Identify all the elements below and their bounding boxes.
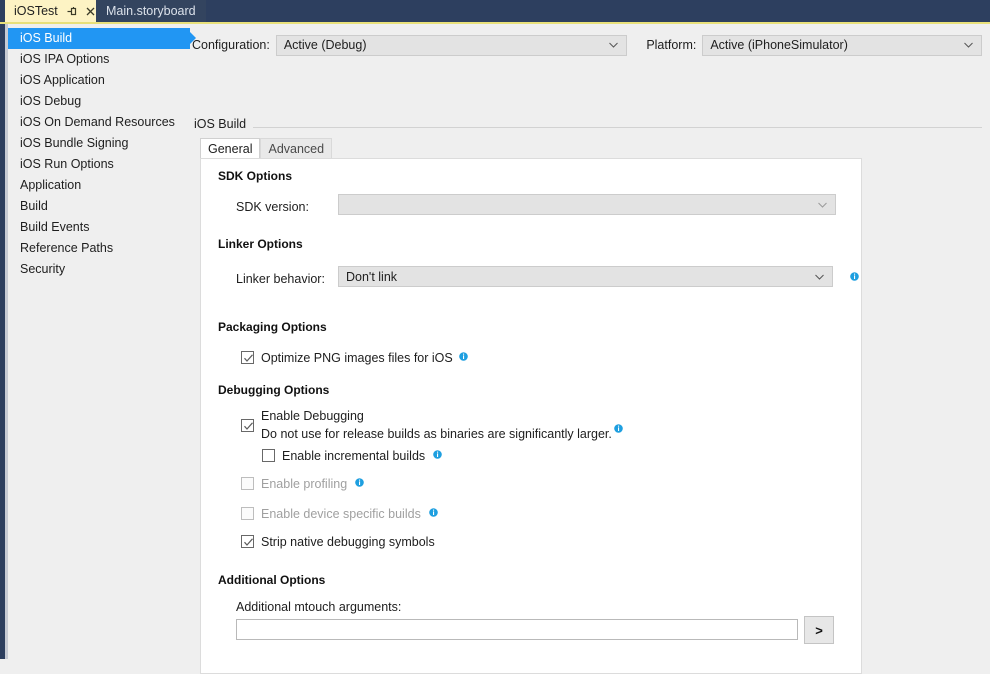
settings-tabs: General Advanced (200, 138, 332, 158)
sidebar-item-label: iOS Application (20, 73, 105, 87)
enable-debugging-label: Enable Debugging Do not use for release … (261, 409, 623, 442)
additional-mtouch-arguments-label: Additional mtouch arguments: (236, 600, 401, 614)
general-settings-panel: SDK Options SDK version: Linker Options … (200, 158, 862, 674)
strip-native-debugging-symbols-checkbox[interactable] (241, 535, 254, 548)
strip-native-debugging-symbols-row[interactable]: Strip native debugging symbols (241, 535, 435, 549)
additional-mtouch-arguments-input[interactable] (236, 619, 798, 640)
sidebar-item-label: iOS Build (20, 31, 72, 45)
properties-category-list: iOS Build iOS IPA Options iOS Applicatio… (8, 28, 190, 280)
sidebar-item-label: Security (20, 262, 65, 276)
linker-behavior-label: Linker behavior: (236, 272, 325, 286)
chevron-down-icon (964, 42, 973, 48)
info-icon[interactable] (355, 478, 364, 487)
linker-behavior-select[interactable]: Don't link (338, 266, 833, 287)
enable-profiling-label: Enable profiling (261, 477, 347, 491)
group-title: iOS Build (194, 117, 253, 131)
sidebar-item-ios-run-options[interactable]: iOS Run Options (8, 154, 190, 175)
tab-advanced[interactable]: Advanced (260, 138, 332, 158)
enable-incremental-builds-row[interactable]: Enable incremental builds (262, 449, 442, 463)
platform-label: Platform: (646, 38, 696, 52)
sidebar-item-label: Build Events (20, 220, 89, 234)
enable-device-specific-builds-label: Enable device specific builds (261, 507, 421, 521)
optimize-png-checkbox[interactable] (241, 351, 254, 364)
sidebar-item-application[interactable]: Application (8, 175, 190, 196)
enable-incremental-builds-checkbox[interactable] (262, 449, 275, 462)
configuration-label: Configuration: (192, 38, 270, 52)
pin-icon[interactable] (65, 5, 78, 18)
enable-incremental-builds-label: Enable incremental builds (282, 449, 425, 463)
sidebar-item-ios-ipa-options[interactable]: iOS IPA Options (8, 49, 190, 70)
optimize-png-label: Optimize PNG images files for iOS (261, 351, 453, 365)
enable-debugging-checkbox[interactable] (241, 419, 254, 432)
tab-general[interactable]: General (200, 138, 260, 158)
document-tab-label: Main.storyboard (106, 4, 196, 18)
chevron-down-icon (815, 274, 824, 280)
mtouch-arguments-expand-label: > (815, 623, 823, 638)
linker-behavior-value: Don't link (346, 270, 397, 284)
optimize-png-row[interactable]: Optimize PNG images files for iOS (241, 351, 468, 365)
sidebar-item-security[interactable]: Security (8, 259, 190, 280)
sidebar-item-label: iOS Run Options (20, 157, 114, 171)
tab-label: General (208, 142, 252, 156)
configuration-bar: Configuration: Active (Debug) Platform: … (192, 34, 982, 56)
group-divider (194, 127, 982, 128)
enable-device-specific-builds-row[interactable]: Enable device specific builds (241, 507, 438, 521)
tab-label: Advanced (268, 142, 324, 156)
platform-select[interactable]: Active (iPhoneSimulator) (702, 35, 982, 56)
properties-main-region: Configuration: Active (Debug) Platform: … (192, 28, 982, 659)
sidebar-item-label: iOS On Demand Resources (20, 115, 175, 129)
info-icon[interactable] (433, 450, 442, 459)
info-icon[interactable] (614, 424, 623, 433)
section-heading-linker-options: Linker Options (218, 237, 303, 251)
sidebar-item-label: iOS Bundle Signing (20, 136, 128, 150)
info-icon[interactable] (459, 352, 468, 361)
sidebar-item-ios-application[interactable]: iOS Application (8, 70, 190, 91)
document-tab-iostest[interactable]: iOSTest (5, 0, 102, 22)
sidebar-item-ios-build[interactable]: iOS Build (8, 28, 190, 49)
configuration-select[interactable]: Active (Debug) (276, 35, 627, 56)
platform-value: Active (iPhoneSimulator) (710, 38, 848, 52)
section-heading-sdk-options: SDK Options (218, 169, 292, 183)
enable-debugging-row[interactable]: Enable Debugging Do not use for release … (241, 409, 623, 442)
configuration-value: Active (Debug) (284, 38, 367, 52)
sidebar-item-reference-paths[interactable]: Reference Paths (8, 238, 190, 259)
enable-debugging-description: Do not use for release builds as binarie… (261, 424, 623, 442)
sidebar-item-build[interactable]: Build (8, 196, 190, 217)
section-heading-additional-options: Additional Options (218, 573, 325, 587)
section-heading-packaging-options: Packaging Options (218, 320, 327, 334)
enable-profiling-checkbox[interactable] (241, 477, 254, 490)
strip-native-debugging-symbols-label: Strip native debugging symbols (261, 535, 435, 549)
chevron-down-icon (818, 202, 827, 208)
sdk-version-select[interactable] (338, 194, 836, 215)
sidebar-item-label: iOS Debug (20, 94, 81, 108)
enable-debugging-title: Enable Debugging (261, 409, 623, 424)
sidebar-item-ios-on-demand-resources[interactable]: iOS On Demand Resources (8, 112, 190, 133)
sdk-version-label: SDK version: (236, 200, 309, 214)
project-properties-window: iOSTest Main.storyboard iOS Build (0, 0, 990, 659)
chevron-down-icon (609, 42, 618, 48)
enable-device-specific-builds-checkbox[interactable] (241, 507, 254, 520)
document-tab-label: iOSTest (14, 4, 58, 18)
sidebar-item-ios-bundle-signing[interactable]: iOS Bundle Signing (8, 133, 190, 154)
sidebar-item-label: Reference Paths (20, 241, 113, 255)
sidebar-item-label: Build (20, 199, 48, 213)
info-icon[interactable] (429, 508, 438, 517)
document-tab-main-storyboard[interactable]: Main.storyboard (96, 0, 206, 22)
enable-profiling-row[interactable]: Enable profiling (241, 477, 364, 491)
info-icon[interactable] (850, 272, 859, 281)
sidebar-item-label: iOS IPA Options (20, 52, 109, 66)
section-heading-debugging-options: Debugging Options (218, 383, 329, 397)
sidebar-item-label: Application (20, 178, 81, 192)
document-tab-strip: iOSTest Main.storyboard (0, 0, 990, 24)
sidebar-item-build-events[interactable]: Build Events (8, 217, 190, 238)
mtouch-arguments-expand-button[interactable]: > (804, 616, 834, 644)
close-icon[interactable] (84, 5, 97, 18)
sidebar-item-ios-debug[interactable]: iOS Debug (8, 91, 190, 112)
